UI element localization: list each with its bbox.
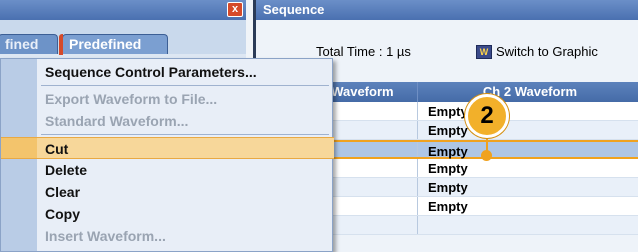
menu-item-sequence-control-parameters[interactable]: Sequence Control Parameters... [1,61,334,83]
close-button[interactable]: x [227,2,243,17]
menu-item-copy[interactable]: Copy [1,203,334,225]
menu-item-cut[interactable]: Cut [1,137,334,159]
left-panel-titlebar: x [0,0,246,20]
menu-item-cut-label: Cut [45,141,69,157]
total-time-label: Total Time : 1 µs [316,44,411,59]
tab-predefined[interactable]: Predefined [59,34,168,55]
ch2-cell[interactable]: Empty [420,159,638,177]
header-ch2-waveform: Ch 2 Waveform [420,82,638,102]
sequence-titlebar: Sequence [256,0,638,20]
callout-step-badge: 2 [465,94,509,138]
menu-separator [41,85,329,86]
menu-item-clear[interactable]: Clear [1,181,334,203]
menu-item-standard-waveform[interactable]: Standard Waveform... [1,110,334,132]
context-menu: Sequence Control Parameters... Export Wa… [0,58,334,252]
tab-row: fined Predefined [0,20,246,55]
ch2-cell[interactable]: Empty [420,102,638,120]
ch2-cell[interactable] [420,216,638,234]
ch2-cell[interactable]: Empty [420,142,638,159]
callout-target-dot [481,150,492,161]
menu-item-delete[interactable]: Delete [1,159,334,181]
menu-separator [41,134,329,135]
tab-user-defined[interactable]: fined [0,34,58,54]
switch-to-graphic-label: Switch to Graphic [496,44,598,59]
menu-item-insert-waveform[interactable]: Insert Waveform... [1,225,334,247]
ch2-cell[interactable]: Empty [420,178,638,196]
waveform-icon: W [476,45,492,59]
switch-to-graphic-button[interactable]: W Switch to Graphic [476,42,598,62]
highlight-gutter [1,138,37,158]
ch2-cell[interactable]: Empty [420,121,638,139]
ch2-cell[interactable]: Empty [420,197,638,215]
menu-item-export-waveform[interactable]: Export Waveform to File... [1,88,334,110]
